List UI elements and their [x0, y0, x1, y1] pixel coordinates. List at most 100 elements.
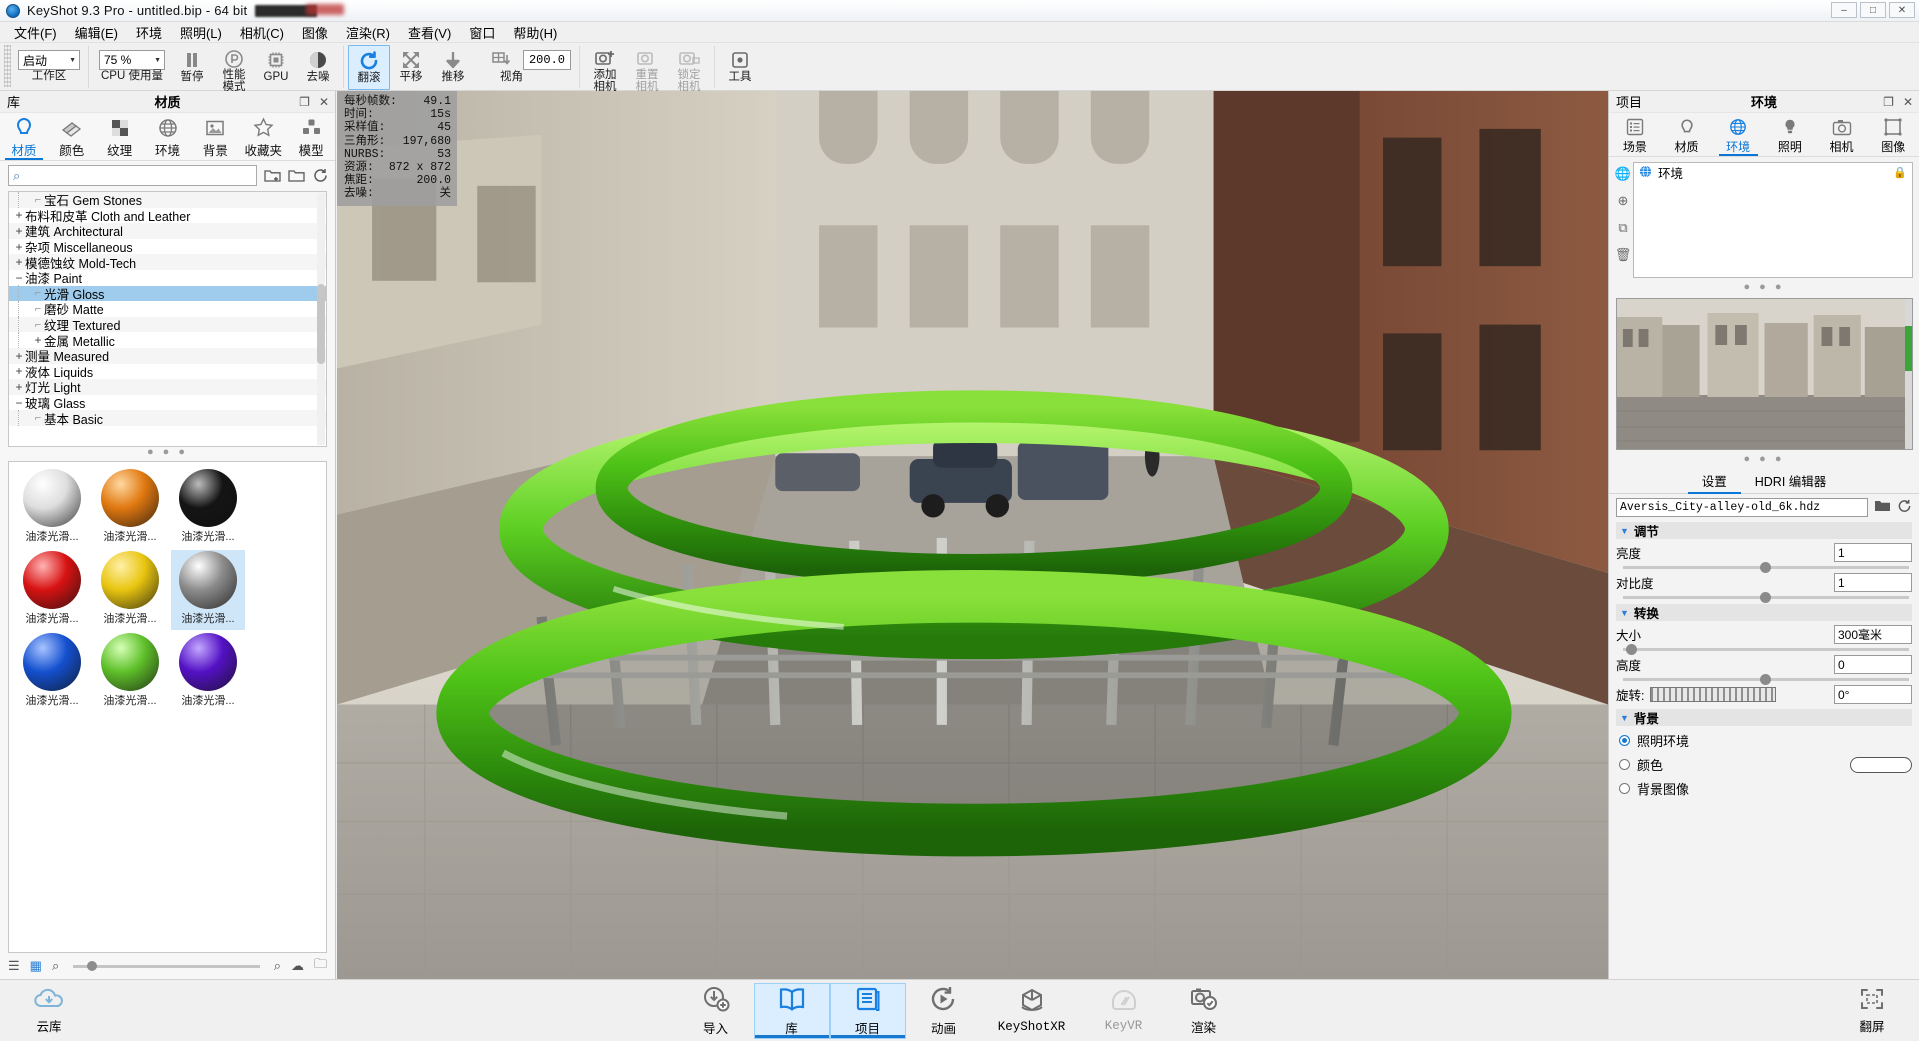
refresh-icon[interactable] [311, 167, 329, 185]
cpu-usage-selector[interactable]: 75 % ▼ CPU 使用量 [93, 45, 171, 90]
tree-expander-icon[interactable]: + [32, 333, 44, 347]
environment-list[interactable]: 环境 🔒 [1633, 162, 1913, 278]
contrast-slider[interactable] [1623, 592, 1909, 603]
hdri-preview[interactable] [1616, 298, 1913, 450]
background-option-color[interactable]: 颜色 [1619, 755, 1912, 774]
library-button[interactable]: 库 [753, 982, 830, 1039]
material-swatch[interactable]: 油漆光滑... [93, 550, 167, 630]
material-swatch[interactable]: 油漆光滑... [15, 632, 89, 712]
tree-expander-icon[interactable]: + [13, 380, 25, 394]
workspace-selector[interactable]: 启动 ▼ 工作区 [14, 45, 84, 90]
project-tab-lighting[interactable]: 照明 [1764, 113, 1816, 156]
view-control[interactable]: 视角 200.0 [474, 45, 575, 90]
project-tab-scene[interactable]: 场景 [1609, 113, 1661, 156]
open-folder-icon[interactable] [287, 167, 305, 185]
panel-resize-handle[interactable]: ● ● ● [0, 447, 335, 459]
library-tab-colors[interactable]: 颜色 [48, 113, 96, 160]
menu-help[interactable]: 帮助(H) [504, 21, 566, 44]
background-color-swatch[interactable] [1850, 756, 1912, 773]
tree-expander-icon[interactable]: + [13, 224, 25, 238]
pan-button[interactable]: 平移 [390, 45, 432, 90]
render-viewport[interactable]: 每秒帧数: 49.1 时间: 15s 采样值: 45 三角形: 197,680 NURBS: 53… [337, 91, 1608, 979]
env-add-icon[interactable]: ⊕ [1618, 193, 1629, 209]
rotation-input[interactable]: 0° [1834, 685, 1912, 704]
menu-render[interactable]: 渲染(R) [337, 21, 399, 44]
undock-icon[interactable]: ❐ [299, 95, 310, 109]
cloud-library-button[interactable]: 云库 [18, 987, 80, 1035]
menu-environment[interactable]: 环境 [127, 21, 171, 44]
gpu-button[interactable]: GPU [255, 45, 297, 90]
section-header-adjust[interactable]: ▼ 调节 [1616, 522, 1912, 539]
material-swatch[interactable]: 油漆光滑... [15, 468, 89, 548]
lock-camera-button[interactable]: 锁定 相机 [668, 45, 710, 93]
reset-camera-button[interactable]: 重置 相机 [626, 45, 668, 93]
tree-scrollbar[interactable] [317, 193, 325, 445]
hdri-file-input[interactable]: Aversis_City-alley-old_6k.hdz [1616, 498, 1868, 517]
performance-mode-button[interactable]: 性能 模式 [213, 45, 255, 93]
open-folder-icon[interactable] [1874, 499, 1891, 516]
folder-icon[interactable]: 🗀 [314, 955, 327, 977]
library-tab-materials[interactable]: 材质 [0, 113, 48, 160]
material-swatch[interactable]: 油漆光滑... [171, 550, 245, 630]
tree-expander-icon[interactable]: − [13, 271, 25, 285]
project-resize-handle[interactable]: ● ● ● [1609, 282, 1919, 294]
close-icon[interactable]: ✕ [1903, 95, 1913, 109]
menu-edit[interactable]: 编辑(E) [66, 21, 127, 44]
slider-knob[interactable] [87, 960, 98, 971]
pause-button[interactable]: 暂停 [171, 45, 213, 90]
keyvr-button[interactable]: KeyVR [1082, 983, 1166, 1039]
slider-knob[interactable] [1760, 592, 1772, 603]
denoise-button[interactable]: 去噪 [297, 45, 339, 90]
workspace-combo[interactable]: 启动 ▼ [18, 50, 80, 70]
size-input[interactable]: 300毫米 [1834, 625, 1912, 644]
material-tree[interactable]: ⌐ 宝石 Gem Stones + 布料和皮革 Cloth and Leather + 建… [8, 191, 327, 447]
keyshotxr-button[interactable]: KeyShotXR [982, 983, 1082, 1039]
maximize-button[interactable]: □ [1860, 2, 1886, 18]
cloud-download-icon[interactable]: ☁ [291, 958, 304, 974]
search-box[interactable]: ⌕ [8, 165, 257, 186]
tumble-button[interactable]: 翻滚 [348, 45, 390, 90]
material-swatch[interactable]: 油漆光滑... [93, 468, 167, 548]
contrast-input[interactable]: 1 [1834, 573, 1912, 592]
tree-item[interactable]: ⌐ 基本 Basic [9, 410, 326, 427]
minimize-button[interactable]: – [1831, 2, 1857, 18]
tree-expander-icon[interactable]: + [13, 349, 25, 363]
animation-button[interactable]: 动画 [906, 983, 982, 1039]
slider-knob[interactable] [1760, 562, 1772, 573]
environment-list-item[interactable]: 环境 [1634, 163, 1912, 182]
render-button[interactable]: 渲染 [1166, 983, 1242, 1039]
search-input[interactable] [23, 168, 256, 183]
view-focal-input[interactable]: 200.0 [523, 50, 571, 70]
project-tab-material[interactable]: 材质 [1661, 113, 1713, 156]
tree-expander-icon[interactable]: + [13, 208, 25, 222]
fullscreen-button[interactable]: 翻屏 [1841, 987, 1903, 1035]
material-swatch-grid[interactable]: 油漆光滑... 油漆光滑... 油漆光滑... 油漆光滑... 油漆光滑... 油漆光滑.… [8, 461, 327, 953]
undock-icon[interactable]: ❐ [1883, 95, 1894, 109]
grid-view-icon[interactable]: ▦ [30, 958, 42, 974]
menu-camera[interactable]: 相机(C) [231, 21, 293, 44]
brightness-input[interactable]: 1 [1834, 543, 1912, 562]
background-option-lighting-environment[interactable]: 照明环境 [1619, 731, 1912, 750]
library-tab-models[interactable]: 模型 [287, 113, 335, 160]
hdri-preview-scrollbar[interactable] [1905, 299, 1912, 449]
size-slider[interactable] [1623, 644, 1909, 655]
env-globe-icon[interactable]: 🌐 [1615, 166, 1631, 182]
radio-icon[interactable] [1619, 783, 1630, 794]
scrollbar-thumb[interactable] [1905, 326, 1912, 371]
env-copy-icon[interactable]: ⧉ [1618, 220, 1627, 236]
list-view-icon[interactable]: ☰ [8, 958, 20, 974]
menu-image[interactable]: 图像 [293, 21, 337, 44]
material-swatch[interactable]: 油漆光滑... [93, 632, 167, 712]
lock-icon[interactable]: 🔒 [1893, 166, 1907, 179]
tree-expander-icon[interactable]: + [13, 255, 25, 269]
cpu-usage-combo[interactable]: 75 % ▼ [99, 50, 165, 70]
toolbar-grip[interactable] [4, 45, 11, 87]
dolly-button[interactable]: 推移 [432, 45, 474, 90]
tree-expander-icon[interactable]: − [13, 396, 25, 410]
refresh-icon[interactable] [1897, 499, 1912, 516]
hdri-resize-handle[interactable]: ● ● ● [1609, 454, 1919, 466]
library-tab-favorites[interactable]: 收藏夹 [239, 113, 287, 160]
zoom-in-icon[interactable]: ⌕ [274, 958, 281, 974]
project-tab-environment[interactable]: 环境 [1712, 113, 1764, 156]
env-delete-icon[interactable]: 🗑 [1615, 247, 1632, 263]
